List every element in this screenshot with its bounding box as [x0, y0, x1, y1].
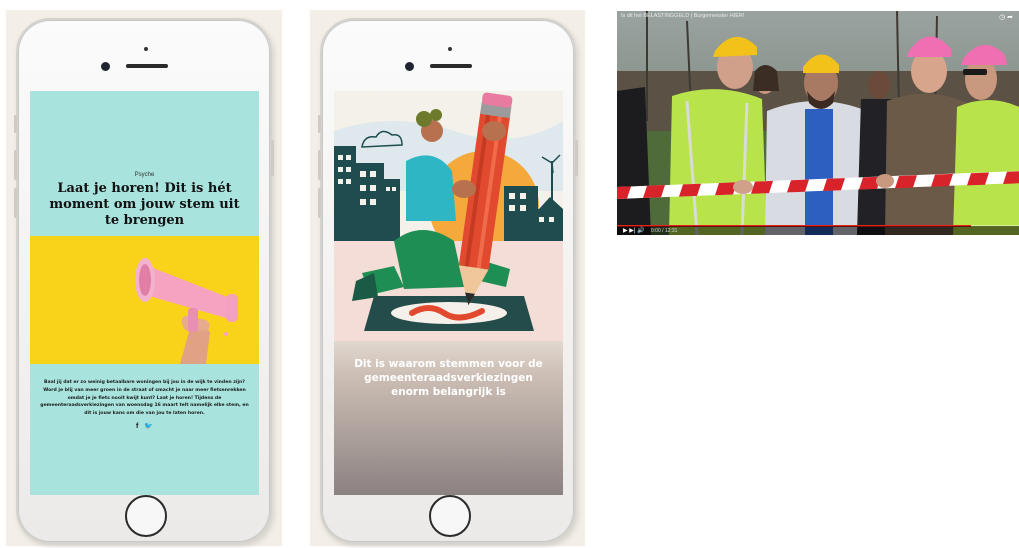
- sensor-dot: [144, 47, 148, 51]
- mute-switch: [318, 115, 321, 133]
- mute-switch: [14, 115, 17, 133]
- earpiece-speaker: [430, 64, 472, 68]
- volume-down-button: [318, 188, 321, 218]
- home-button[interactable]: [125, 495, 167, 537]
- share-icon[interactable]: ➦: [1007, 14, 1013, 21]
- story-screen: Dit is waarom stemmen voor de gemeentera…: [334, 91, 563, 495]
- power-button: [271, 140, 274, 176]
- earpiece-speaker: [126, 64, 168, 68]
- megaphone-illustration: [30, 236, 259, 364]
- twitter-icon[interactable]: 🐦: [144, 422, 153, 430]
- article-title: Laat je horen! Dit is hét moment om jouw…: [49, 181, 240, 228]
- story-screenshot-panel: Dit is waarom stemmen voor de gemeentera…: [310, 10, 585, 546]
- article-intro: Baal jij dat er zo weinig betaalbare won…: [40, 380, 249, 417]
- video-player[interactable]: Is dit het BELASTINGGELD | Burgemeester …: [617, 11, 1019, 235]
- social-share: f 🐦: [30, 422, 259, 430]
- play-icon[interactable]: ▶ ▶| 🔊: [623, 227, 645, 234]
- volume-up-button: [14, 150, 17, 180]
- front-camera: [101, 62, 110, 71]
- video-time: 0:00 / 12:31: [651, 228, 678, 234]
- article-screen: Psyche Laat je horen! Dit is hét moment …: [30, 91, 259, 495]
- power-button: [575, 140, 578, 176]
- video-top-icons: ◷ ➦: [999, 13, 1013, 21]
- volume-up-button: [318, 150, 321, 180]
- article-screenshot-panel: Psyche Laat je horen! Dit is hét moment …: [6, 10, 282, 546]
- front-camera: [405, 62, 414, 71]
- home-button[interactable]: [429, 495, 471, 537]
- facebook-icon[interactable]: f: [136, 423, 138, 430]
- phone-frame: Dit is waarom stemmen voor de gemeentera…: [318, 18, 578, 544]
- video-controls: ▶ ▶| 🔊 0:00 / 12:31: [617, 226, 1019, 235]
- clock-icon[interactable]: ◷: [999, 14, 1005, 21]
- sensor-dot: [448, 47, 452, 51]
- story-caption: Dit is waarom stemmen voor de gemeentera…: [354, 358, 543, 398]
- video-title[interactable]: Is dit het BELASTINGGELD | Burgemeester …: [621, 13, 744, 19]
- article-category[interactable]: Psyche: [30, 172, 259, 178]
- video-frame: [617, 11, 1019, 235]
- megaphone-image: [30, 236, 259, 364]
- volume-down-button: [14, 188, 17, 218]
- phone-frame: Psyche Laat je horen! Dit is hét moment …: [14, 18, 274, 544]
- voting-illustration: [334, 91, 563, 341]
